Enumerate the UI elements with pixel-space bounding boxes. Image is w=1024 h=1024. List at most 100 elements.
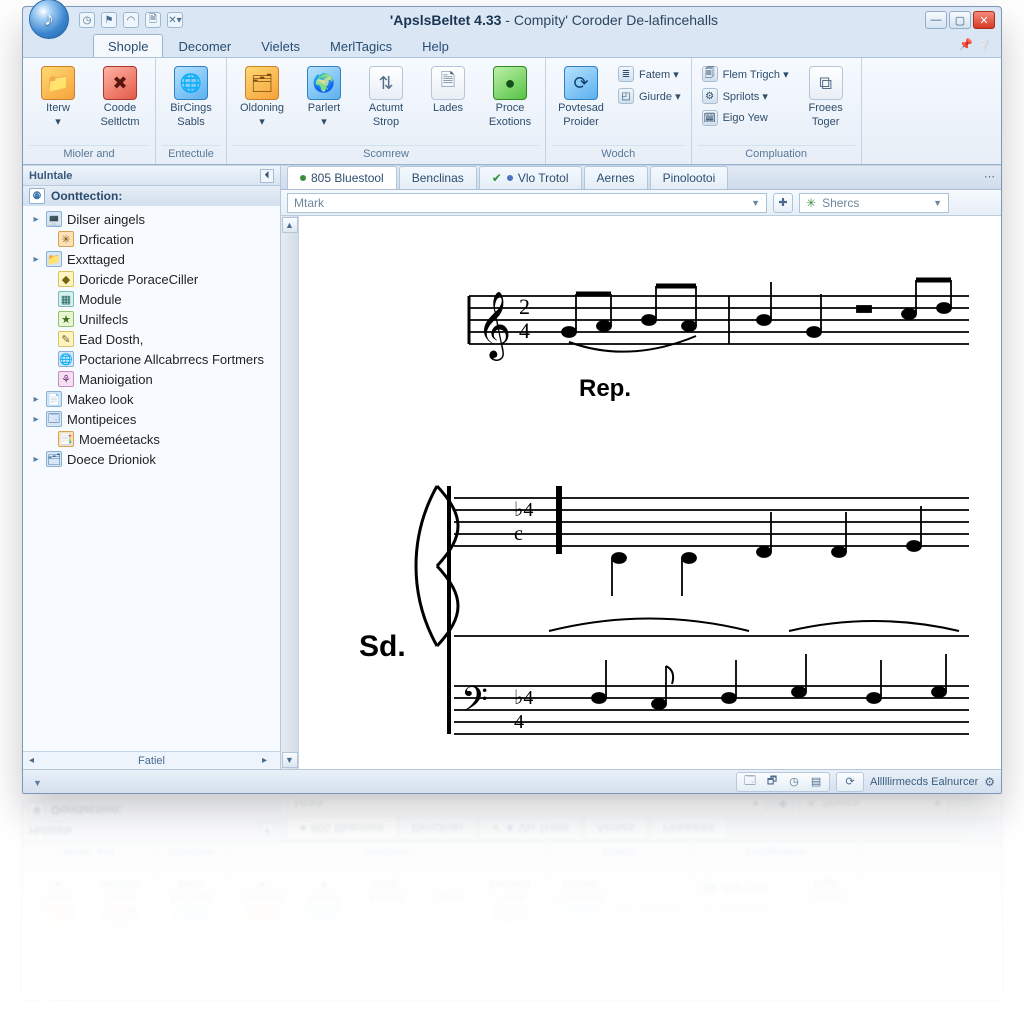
- ribbon-btn-bircings[interactable]: 🌐BirCingsSabls: [162, 62, 220, 132]
- ribbon-mini-sprilots[interactable]: ⚙Sprilots ▾: [698, 900, 793, 920]
- doc-tab[interactable]: Benclinas: [399, 166, 477, 189]
- sidebar-section[interactable]: 🞋 Oonttection:: [23, 186, 280, 206]
- qat-flag-icon[interactable]: ⚑: [101, 978, 117, 994]
- ribbon-mini-fatem[interactable]: ≣Fatem ▾: [614, 922, 685, 942]
- tree-item[interactable]: ◆Doricde PoraceCiller: [25, 269, 278, 289]
- maximize-button[interactable]: ▢: [949, 11, 971, 29]
- toolbar-insert-icon[interactable]: ✚: [773, 193, 793, 213]
- ribbon-btn-froees[interactable]: ⧉FroeesToger: [797, 62, 855, 132]
- view4-icon[interactable]: ▤: [807, 774, 825, 790]
- ribbon-btn-lades[interactable]: 🗎Lades: [419, 888, 477, 944]
- tabs-overflow-icon[interactable]: ⋯: [984, 823, 995, 836]
- qat-close-icon[interactable]: ✕▾: [167, 978, 183, 994]
- ribbon-tab-help[interactable]: Help: [407, 949, 464, 972]
- vertical-scrollbar[interactable]: ▲ ▼: [281, 216, 299, 769]
- statusbar-menu-icon[interactable]: ▼: [33, 778, 42, 788]
- ribbon-mini-flem[interactable]: 🗐Flem Trigch ▾: [698, 922, 793, 942]
- doc-tab[interactable]: Aernes: [584, 166, 648, 189]
- view1-icon[interactable]: 🗔: [741, 774, 759, 790]
- ribbon-btn-iterw[interactable]: 📁Iterw▾: [29, 62, 87, 132]
- ribbon-tab-vielets[interactable]: Vielets: [246, 949, 315, 972]
- doc-tab[interactable]: Benclinas: [399, 817, 477, 840]
- ribbon-tab-shople[interactable]: Shople: [93, 949, 163, 972]
- qat-clock-icon[interactable]: ◷: [79, 978, 95, 994]
- doc-tab[interactable]: Aernes: [584, 817, 648, 840]
- ribbon-mini-flem[interactable]: 🗐Flem Trigch ▾: [698, 64, 793, 84]
- ribbon-mini-eigo[interactable]: 🗓Eigo Yew: [698, 878, 793, 898]
- sidebar-collapse-icon[interactable]: ⏴: [260, 824, 274, 838]
- qat-cloud-icon[interactable]: ◠: [123, 978, 139, 994]
- tree-item[interactable]: ✎Ead Dosth,: [25, 329, 278, 349]
- tree-item[interactable]: ▦Module: [25, 289, 278, 309]
- doc-tab[interactable]: Pinolootoi: [650, 166, 729, 189]
- tree-item[interactable]: 📑Moeméetacks: [25, 429, 278, 449]
- tree-item[interactable]: ✳Drfication: [25, 229, 278, 249]
- tree-item[interactable]: ★Unilfecls: [25, 309, 278, 329]
- ribbon-tab-shople[interactable]: Shople: [93, 34, 163, 57]
- tree-item[interactable]: ▸💻Dilser aingels: [25, 209, 278, 229]
- scroll-left-icon[interactable]: ◂: [29, 755, 41, 767]
- sidebar-tree[interactable]: ▸💻Dilser aingels✳Drfication▸📁Exxttaged◆D…: [23, 206, 280, 751]
- ribbon-btn-lades[interactable]: 🗎Lades: [419, 62, 477, 118]
- app-menu-orb[interactable]: [29, 967, 69, 1000]
- ribbon-btn-coode[interactable]: ✖CoodeSeltlctm: [91, 874, 149, 944]
- ribbon-help-icon[interactable]: ❔: [977, 953, 993, 969]
- ribbon-btn-parlert[interactable]: 🌍Parlert▾: [295, 62, 353, 132]
- ribbon-btn-povtesad[interactable]: ⟳PovtesadProider: [552, 874, 610, 944]
- ribbon-btn-bircings[interactable]: 🌐BirCingsSabls: [162, 874, 220, 944]
- ribbon-btn-froees[interactable]: ⧉FroeesToger: [797, 874, 855, 944]
- qat-doc-icon[interactable]: 🗎: [145, 12, 161, 28]
- ribbon-tab-merltagics[interactable]: MerlTagics: [315, 949, 407, 972]
- ribbon-help-icon[interactable]: ❔: [977, 37, 993, 53]
- tree-item[interactable]: ▸📄Makeo look: [25, 389, 278, 409]
- ribbon-btn-coode[interactable]: ✖CoodeSeltlctm: [91, 62, 149, 132]
- sidebar-collapse-icon[interactable]: ⏴: [260, 169, 274, 183]
- ribbon-tab-merltagics[interactable]: MerlTagics: [315, 34, 407, 57]
- status-settings-icon[interactable]: ⚙: [984, 775, 995, 789]
- doc-tab[interactable]: 805 Bluestool: [287, 817, 397, 840]
- tree-item[interactable]: 🌐Poctarione Allcabrrecs Fortmers: [25, 349, 278, 369]
- ribbon-btn-proce[interactable]: ●ProceExotions: [481, 874, 539, 944]
- minimize-button[interactable]: —: [925, 11, 947, 29]
- ribbon-mini-giurde[interactable]: ◰Giurde ▾: [614, 900, 685, 920]
- view2-icon[interactable]: 🗗: [763, 774, 781, 790]
- close-button[interactable]: ✕: [973, 977, 995, 995]
- tabs-overflow-icon[interactable]: ⋯: [984, 170, 995, 183]
- ribbon-btn-iterw[interactable]: 📁Iterw▾: [29, 874, 87, 944]
- minimize-button[interactable]: —: [925, 977, 947, 995]
- combo-mtark[interactable]: Mtark▼: [287, 193, 767, 213]
- ribbon-tab-vielets[interactable]: Vielets: [246, 34, 315, 57]
- tree-item[interactable]: ▸📁Exxttaged: [25, 249, 278, 269]
- app-menu-orb[interactable]: [29, 0, 69, 39]
- scroll-down-icon[interactable]: ▼: [282, 752, 298, 768]
- doc-tab[interactable]: Pinolootoi: [650, 817, 729, 840]
- tree-item[interactable]: ▸🗔Montipeices: [25, 409, 278, 429]
- score-canvas[interactable]: 𝄞 2 4: [299, 216, 1001, 769]
- ribbon-mini-sprilots[interactable]: ⚙Sprilots ▾: [698, 86, 793, 106]
- ribbon-btn-actumt[interactable]: ⇅ActumtStrop: [357, 62, 415, 132]
- ribbon-btn-proce[interactable]: ●ProceExotions: [481, 62, 539, 132]
- ribbon-btn-oldoning[interactable]: 🗂Oldoning▾: [233, 874, 291, 944]
- qat-cloud-icon[interactable]: ◠: [123, 12, 139, 28]
- scroll-up-icon[interactable]: ▲: [282, 217, 298, 233]
- ribbon-tab-decomer[interactable]: Decomer: [163, 949, 246, 972]
- ribbon-btn-povtesad[interactable]: ⟳PovtesadProider: [552, 62, 610, 132]
- ribbon-tab-decomer[interactable]: Decomer: [163, 34, 246, 57]
- toolbar-insert-icon[interactable]: ✚: [773, 800, 793, 814]
- qat-flag-icon[interactable]: ⚑: [101, 12, 117, 28]
- qat-close-icon[interactable]: ✕▾: [167, 12, 183, 28]
- qat-doc-icon[interactable]: 🗎: [145, 978, 161, 994]
- ribbon-mini-giurde[interactable]: ◰Giurde ▾: [614, 86, 685, 106]
- doc-tab[interactable]: ✔Vlo Trotol: [479, 166, 582, 189]
- ribbon-mini-fatem[interactable]: ≣Fatem ▾: [614, 64, 685, 84]
- ribbon-btn-oldoning[interactable]: 🗂Oldoning▾: [233, 62, 291, 132]
- ribbon-pin-icon[interactable]: 📌: [959, 956, 973, 969]
- view3-icon[interactable]: ◷: [785, 774, 803, 790]
- qat-clock-icon[interactable]: ◷: [79, 12, 95, 28]
- status-view-buttons[interactable]: 🗔 🗗 ◷ ▤: [736, 772, 830, 792]
- combo-shercs[interactable]: ✳Shercs▼: [799, 800, 949, 814]
- tree-item[interactable]: ⚘Manioigation: [25, 369, 278, 389]
- tree-item[interactable]: ▸🗂Doece Drioniok: [25, 449, 278, 469]
- sidebar-section[interactable]: 🞋 Oonttection:: [23, 800, 280, 820]
- doc-tab[interactable]: 805 Bluestool: [287, 166, 397, 189]
